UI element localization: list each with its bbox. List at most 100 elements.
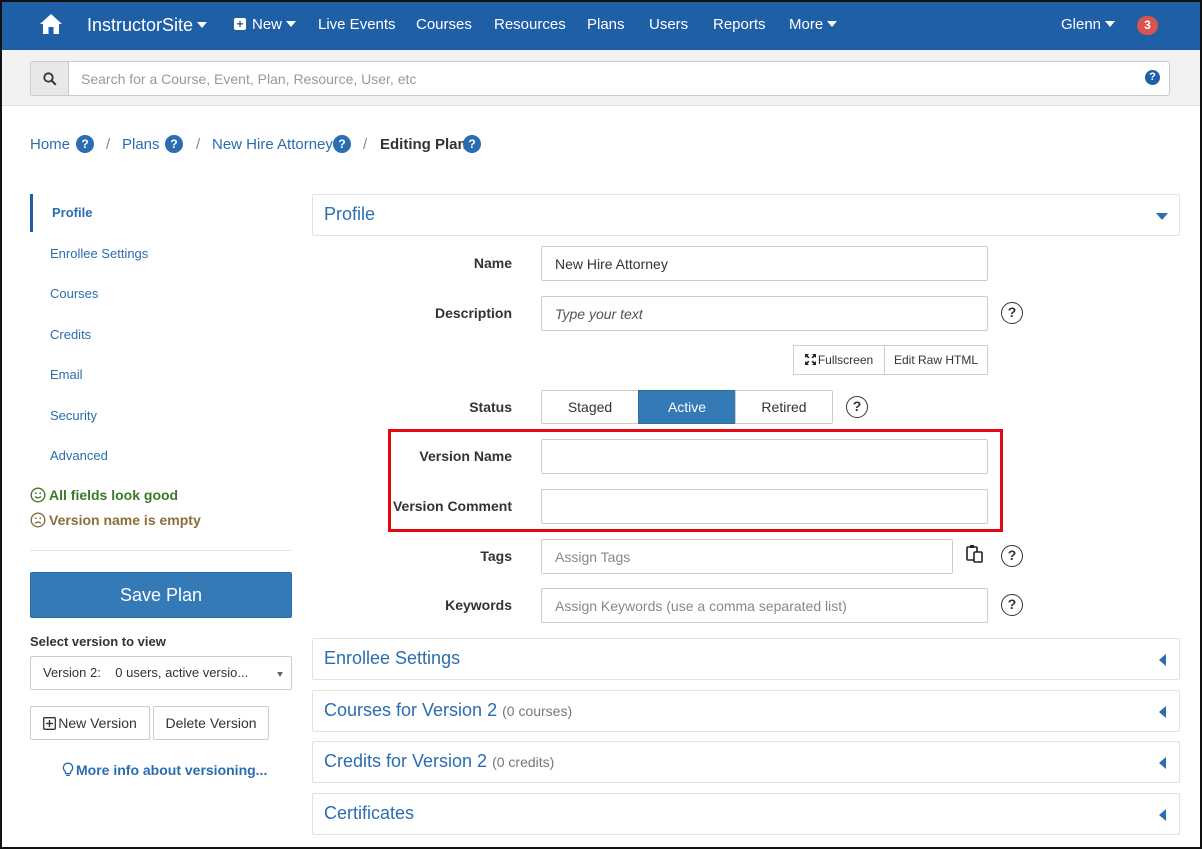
lightbulb-icon xyxy=(62,762,74,776)
chevron-down-icon xyxy=(277,672,283,677)
sidebar-item-security[interactable]: Security xyxy=(50,408,97,423)
sidebar-item-email[interactable]: Email xyxy=(50,367,83,382)
name-label: Name xyxy=(473,255,512,271)
sidebar-item-advanced[interactable]: Advanced xyxy=(50,448,108,463)
search-help-icon[interactable]: ? xyxy=(1145,70,1160,85)
nav-users[interactable]: Users xyxy=(649,0,688,50)
new-menu-label: New xyxy=(252,16,283,33)
brand-menu[interactable]: InstructorSite xyxy=(87,0,208,50)
description-label: Description xyxy=(434,305,512,321)
caret-left-icon xyxy=(1159,654,1166,666)
breadcrumb-separator: / xyxy=(106,136,111,153)
caret-left-icon xyxy=(1159,809,1166,821)
credits-panel-title: Credits for Version 2 (0 credits) xyxy=(324,751,554,772)
sidebar-item-profile[interactable]: Profile xyxy=(52,205,92,220)
courses-panel-title-text: Courses for Version 2 xyxy=(324,700,498,720)
sidebar-item-courses[interactable]: Courses xyxy=(50,286,98,301)
nav-plans[interactable]: Plans xyxy=(587,0,625,50)
chevron-down-icon xyxy=(827,21,838,28)
expand-icon xyxy=(804,354,816,365)
highlight-box xyxy=(388,429,1003,532)
frown-icon xyxy=(30,512,46,528)
search-icon xyxy=(43,72,57,86)
help-icon[interactable]: ? xyxy=(76,135,94,153)
edit-raw-html-button[interactable]: Edit Raw HTML xyxy=(884,345,988,375)
chevron-down-icon xyxy=(286,21,297,28)
keywords-field[interactable] xyxy=(541,588,988,623)
versioning-info-link[interactable]: More info about versioning... xyxy=(62,762,267,778)
fullscreen-label: Fullscreen xyxy=(817,353,874,367)
breadcrumb-separator: / xyxy=(363,136,368,153)
user-menu[interactable]: Glenn xyxy=(1061,0,1116,50)
nav-courses[interactable]: Courses xyxy=(416,0,472,50)
help-icon[interactable]: ? xyxy=(333,135,351,153)
more-menu-label: More xyxy=(789,16,824,33)
certificates-panel-header[interactable]: Certificates xyxy=(312,793,1180,835)
brand-label: InstructorSite xyxy=(87,15,194,35)
breadcrumb-separator: / xyxy=(196,136,201,153)
sidebar-item-enrollee-settings[interactable]: Enrollee Settings xyxy=(50,246,148,261)
description-field[interactable] xyxy=(541,296,988,331)
search-button[interactable] xyxy=(30,61,69,96)
courses-panel-title: Courses for Version 2 (0 courses) xyxy=(324,700,572,721)
credits-panel-header[interactable]: Credits for Version 2 (0 credits) xyxy=(312,741,1180,783)
status-warning: Version name is empty xyxy=(30,512,201,528)
status-good-text: All fields look good xyxy=(49,487,179,503)
name-field[interactable] xyxy=(541,246,988,281)
profile-panel-title: Profile xyxy=(324,204,376,224)
version-select[interactable]: Version 2: 0 users, active versio... xyxy=(30,656,292,690)
notification-badge[interactable]: 3 xyxy=(1137,16,1158,35)
plus-square-icon: + xyxy=(234,17,246,30)
status-warning-text: Version name is empty xyxy=(49,512,201,528)
sidebar-active-indicator xyxy=(30,194,33,232)
courses-panel-header[interactable]: Courses for Version 2 (0 courses) xyxy=(312,690,1180,732)
top-navbar: InstructorSite + New Live Events Courses … xyxy=(0,0,1202,50)
status-active-option[interactable]: Active xyxy=(638,390,736,424)
status-retired-option[interactable]: Retired xyxy=(735,390,833,424)
status-help-icon[interactable]: ? xyxy=(846,396,868,418)
nav-live-events[interactable]: Live Events xyxy=(318,0,396,50)
more-menu[interactable]: More xyxy=(789,0,838,50)
delete-version-button[interactable]: Delete Version xyxy=(153,706,269,740)
new-version-label: New Version xyxy=(58,715,137,731)
tags-label: Tags xyxy=(480,548,512,564)
status-label: Status xyxy=(469,399,512,415)
caret-left-icon xyxy=(1159,757,1166,769)
nav-resources[interactable]: Resources xyxy=(494,0,566,50)
status-good: All fields look good xyxy=(30,487,178,503)
profile-panel-header[interactable]: Profile xyxy=(312,194,1180,236)
clipboard-icon[interactable] xyxy=(965,544,985,564)
nav-reports[interactable]: Reports xyxy=(713,0,766,50)
sidebar-item-credits[interactable]: Credits xyxy=(50,327,91,342)
global-search-input[interactable] xyxy=(68,61,1170,96)
versioning-info-text: More info about versioning... xyxy=(76,762,268,778)
fullscreen-button[interactable]: Fullscreen xyxy=(793,345,885,375)
home-icon[interactable] xyxy=(38,12,64,36)
new-version-button[interactable]: New Version xyxy=(30,706,150,740)
caret-left-icon xyxy=(1159,706,1166,718)
credits-panel-title-text: Credits for Version 2 xyxy=(324,751,488,771)
enrollee-settings-title: Enrollee Settings xyxy=(324,648,461,668)
tags-help-icon[interactable]: ? xyxy=(1001,545,1023,567)
search-bar: ? xyxy=(0,50,1202,106)
keywords-label: Keywords xyxy=(445,597,512,613)
breadcrumb-plan[interactable]: New Hire Attorney xyxy=(212,136,333,153)
version-select-value: Version 2: 0 users, active versio... xyxy=(43,665,249,680)
version-select-label: Select version to view xyxy=(30,634,166,649)
enrollee-settings-panel-header[interactable]: Enrollee Settings xyxy=(312,638,1180,680)
description-help-icon[interactable]: ? xyxy=(1001,302,1023,324)
credits-count: (0 credits) xyxy=(492,754,555,770)
help-icon[interactable]: ? xyxy=(463,135,481,153)
smile-icon xyxy=(30,487,46,503)
breadcrumb-home[interactable]: Home xyxy=(30,136,70,153)
tags-field[interactable] xyxy=(541,539,953,574)
help-icon[interactable]: ? xyxy=(165,135,183,153)
save-plan-button[interactable]: Save Plan xyxy=(30,572,292,618)
new-menu[interactable]: + New xyxy=(234,0,297,50)
sidebar-divider xyxy=(30,550,292,551)
keywords-help-icon[interactable]: ? xyxy=(1001,594,1023,616)
breadcrumb-plans[interactable]: Plans xyxy=(122,136,160,153)
status-staged-option[interactable]: Staged xyxy=(541,390,639,424)
courses-count: (0 courses) xyxy=(502,703,573,719)
plus-square-icon xyxy=(43,717,57,730)
